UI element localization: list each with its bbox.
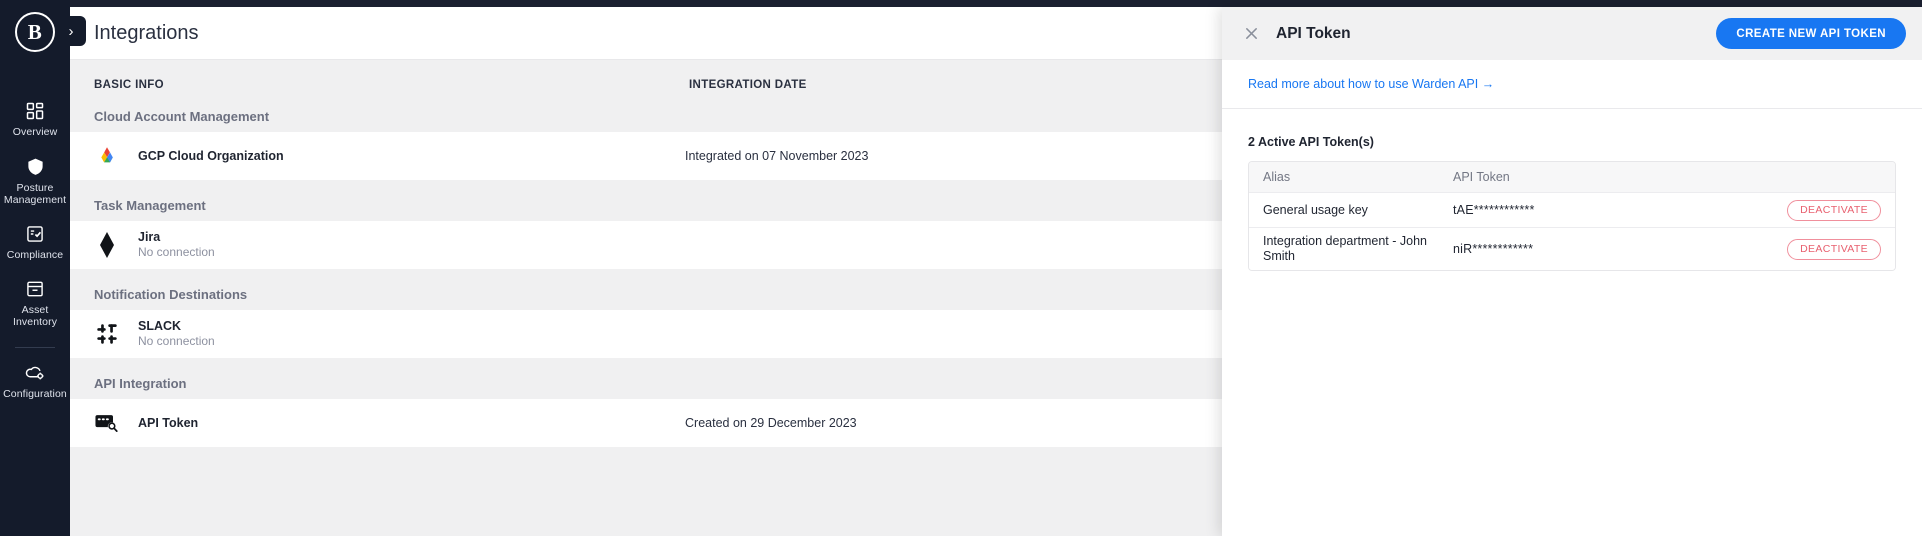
create-new-api-token-button[interactable]: CREATE NEW API TOKEN bbox=[1716, 18, 1906, 49]
sidebar-item-label: Configuration bbox=[3, 388, 67, 400]
deactivate-button[interactable]: DEACTIVATE bbox=[1787, 199, 1881, 221]
app-logo-text: B bbox=[27, 19, 43, 44]
row-name: API Token bbox=[138, 415, 199, 430]
deactivate-button[interactable]: DEACTIVATE bbox=[1787, 238, 1881, 260]
active-token-count: 2 Active API Token(s) bbox=[1248, 135, 1374, 149]
gcp-icon bbox=[94, 143, 120, 169]
chevron-right-icon: › bbox=[68, 22, 74, 40]
drawer-body: 2 Active API Token(s) Alias API Token Ge… bbox=[1222, 109, 1922, 536]
api-token-table-header: Alias API Token bbox=[1249, 162, 1895, 193]
sidebar-item-label: Compliance bbox=[6, 249, 64, 261]
row-text-group: SLACK No connection bbox=[138, 319, 685, 349]
api-token-table: Alias API Token General usage key tAE***… bbox=[1248, 161, 1896, 271]
cloud-gear-icon bbox=[24, 363, 46, 383]
token-alias: General usage key bbox=[1263, 202, 1368, 217]
row-name: GCP Cloud Organization bbox=[138, 148, 284, 163]
token-action-cell: DEACTIVATE bbox=[1753, 238, 1881, 260]
sidebar-divider bbox=[15, 347, 55, 348]
column-header-basic-info: BASIC INFO bbox=[94, 79, 164, 91]
sidebar-item-label: Asset Inventory bbox=[12, 304, 58, 328]
token-action-cell: DEACTIVATE bbox=[1753, 199, 1881, 221]
drawer-title: API Token bbox=[1276, 24, 1351, 42]
api-token-row: General usage key tAE************ DEACTI… bbox=[1249, 193, 1895, 228]
sidebar-item-configuration[interactable]: Configuration bbox=[0, 354, 70, 409]
checklist-icon bbox=[25, 224, 45, 244]
grid-icon bbox=[25, 101, 45, 121]
api-token-icon bbox=[94, 410, 120, 436]
row-name: SLACK bbox=[138, 319, 182, 333]
archive-box-icon bbox=[25, 279, 45, 299]
sidebar-item-label: Overview bbox=[12, 126, 58, 138]
api-token-drawer: API Token CREATE NEW API TOKEN Read more… bbox=[1222, 7, 1922, 536]
row-status: No connection bbox=[138, 334, 215, 348]
sidebar-item-overview[interactable]: Overview bbox=[0, 92, 70, 147]
drawer-header: API Token CREATE NEW API TOKEN bbox=[1222, 7, 1922, 60]
slack-icon bbox=[94, 321, 120, 347]
shield-icon bbox=[26, 156, 45, 177]
api-token-row: Integration department - John Smith niR*… bbox=[1249, 228, 1895, 270]
row-text-group: GCP Cloud Organization bbox=[138, 149, 685, 164]
token-value: tAE************ bbox=[1453, 203, 1535, 217]
sidebar-nav-list: Overview Posture Management Compliance A… bbox=[0, 92, 70, 409]
window-top-strip bbox=[0, 0, 1922, 7]
row-text-group: API Token bbox=[138, 416, 685, 431]
close-icon[interactable] bbox=[1240, 23, 1262, 45]
row-status: No connection bbox=[138, 245, 215, 259]
app-logo[interactable]: B bbox=[15, 12, 55, 52]
sidebar-item-compliance[interactable]: Compliance bbox=[0, 215, 70, 270]
row-text-group: Jira No connection bbox=[138, 230, 685, 260]
token-alias: Integration department - John Smith bbox=[1263, 234, 1427, 263]
left-sidebar: B Overview Posture Management Compliance… bbox=[0, 0, 70, 536]
sidebar-item-asset-inventory[interactable]: Asset Inventory bbox=[0, 270, 70, 337]
jira-icon bbox=[94, 232, 120, 258]
column-header-api-token: API Token bbox=[1453, 170, 1510, 184]
sidebar-item-label: Posture Management bbox=[3, 182, 67, 206]
column-header-alias: Alias bbox=[1263, 170, 1291, 184]
drawer-doc-link-row: Read more about how to use Warden API → bbox=[1222, 60, 1922, 109]
sidebar-toggle-button[interactable]: › bbox=[56, 16, 86, 46]
app-root: B Overview Posture Management Compliance… bbox=[0, 0, 1922, 536]
token-value: niR************ bbox=[1453, 242, 1534, 256]
warden-api-doc-link[interactable]: Read more about how to use Warden API → bbox=[1248, 77, 1494, 91]
page-title: Integrations bbox=[94, 21, 199, 44]
row-name: Jira bbox=[138, 230, 161, 244]
sidebar-item-posture-management[interactable]: Posture Management bbox=[0, 147, 70, 215]
